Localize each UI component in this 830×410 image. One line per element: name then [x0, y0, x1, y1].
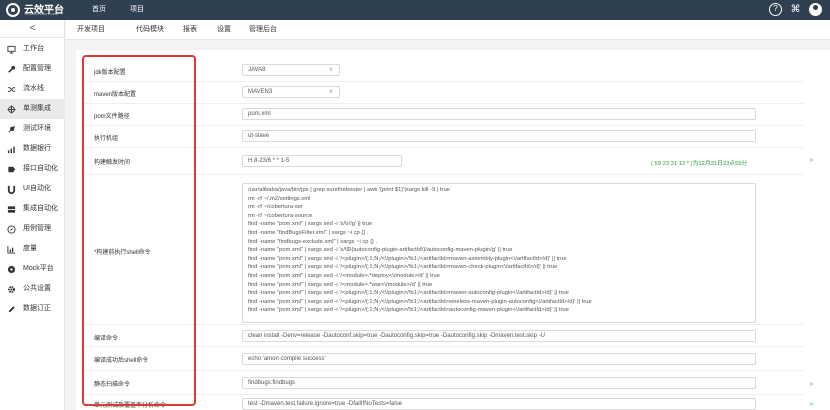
jdk-version-select[interactable]: JAVA8 ∨ [242, 64, 340, 76]
top-nav-home[interactable]: 首页 [92, 0, 106, 20]
pre-shell-textarea[interactable]: /usr/alibaba/java/bin/jps | grep surefir… [242, 183, 756, 323]
remove-icon[interactable]: ✕ [809, 381, 814, 388]
u-icon [7, 185, 16, 194]
subnav-code-module[interactable]: 代码模块 [136, 20, 164, 40]
desktop-icon [7, 45, 16, 54]
shell-line: find -name "pom.xml" | xargs sed -i '/<m… [248, 281, 433, 288]
subnav-settings[interactable]: 设置 [217, 20, 231, 40]
top-nav: 首页 项目 [92, 0, 168, 20]
maven-version-value: MAVEN3 [248, 89, 273, 95]
unit-test-command-input[interactable]: test -Dmaven.test.failure.ignore=true -D… [242, 398, 756, 410]
main-content: jdk版本配置 JAVA8 ∨ maven版本配置 MAVEN3 ∨ pom文件… [66, 41, 830, 410]
sidebar-item-label: 数据订正 [23, 305, 51, 312]
bars-icon [7, 145, 16, 154]
shell-line: find -name "pom.xml" | xargs sed -i 's/\… [248, 247, 513, 254]
chevron-down-icon: ∨ [328, 67, 333, 73]
shell-line: find -name "pom.xml" | xargs sed -i '/<p… [248, 298, 592, 305]
sidebar-item-metrics[interactable]: 度量 [0, 239, 65, 259]
sidebar-item-label: 测试环境 [23, 125, 51, 132]
sidebar-item-label: 度量 [23, 245, 37, 252]
user-avatar-icon[interactable] [809, 3, 822, 16]
sidebar: < 工作台 配置管理 流水线 单测集成 测试环境 数据银行 接口自动化 UI自动… [0, 20, 65, 410]
sidebar-item-test-env[interactable]: 测试环境 [0, 119, 65, 139]
shell-line: find -name "findBugsFilter.xml" | xargs … [248, 229, 369, 236]
top-navbar: 云效平台 YUNXIAO PLATFORM 首页 项目 ? ⌘ [0, 0, 830, 20]
sidebar-item-pipeline[interactable]: 流水线 [0, 79, 65, 99]
jdk-version-value: JAVA8 [248, 67, 266, 73]
cron-description: ( 59 23 31 12 * )为12月31日23点59分 [651, 161, 748, 167]
sidebar-item-integration-automation[interactable]: 集成自动化 [0, 199, 65, 219]
sidebar-item-public-settings[interactable]: 公共设置 [0, 279, 65, 299]
shell-line: find -name "findbugs-exclude.xml" | xarg… [248, 238, 378, 245]
logo-subtext: YUNXIAO PLATFORM [24, 12, 58, 16]
server-icon [7, 205, 16, 214]
sidebar-item-unit-test[interactable]: 单测集成 [0, 99, 65, 119]
subnav-admin[interactable]: 管理后台 [249, 20, 277, 40]
sidebar-item-label: 接口自动化 [23, 165, 58, 172]
sidebar-item-label: 单测集成 [23, 105, 51, 112]
shell-line: rm -rf ~/cobertura-ser [248, 204, 303, 211]
remove-icon[interactable]: ✕ [809, 157, 814, 164]
sidebar-item-api-automation[interactable]: 接口自动化 [0, 159, 65, 179]
static-scan-input[interactable]: findbugs:findbugs [242, 377, 756, 389]
sidebar-menu: 工作台 配置管理 流水线 单测集成 测试环境 数据银行 接口自动化 UI自动化 [0, 39, 65, 319]
rocket-icon [7, 125, 16, 134]
top-icons: ? ⌘ [769, 3, 822, 16]
shell-line: find -name "pom.xml" | xargs sed -i '/<p… [248, 307, 569, 314]
compile-command-input[interactable]: clean install -Denv=release -Dautoconf.s… [242, 330, 756, 342]
sidebar-item-ui-automation[interactable]: UI自动化 [0, 179, 65, 199]
sidebar-item-workbench[interactable]: 工作台 [0, 39, 65, 59]
shell-line: rm -rf ~/.m2/settings.xml [248, 195, 311, 202]
logo-mark-icon [6, 3, 20, 17]
crosshair-icon [7, 105, 16, 114]
pencil-icon [7, 305, 16, 314]
gear-icon [7, 285, 16, 294]
puzzle-icon [7, 165, 16, 174]
help-icon[interactable]: ? [769, 3, 782, 16]
shell-line: find -name "pom.xml" | xargs sed -i '/<m… [248, 272, 440, 279]
subnav-report[interactable]: 报表 [183, 20, 197, 40]
chart-icon [7, 245, 16, 254]
sidebar-item-label: 用例管理 [23, 225, 51, 232]
executor-group-input[interactable]: ut-slave [242, 130, 756, 142]
app-grid-icon[interactable]: ⌘ [789, 3, 802, 16]
cron-input[interactable]: H 8-23/6 * * 1-5 [242, 155, 402, 167]
compass-icon [7, 225, 16, 234]
sidebar-item-label: 公共设置 [23, 285, 51, 292]
sidebar-item-label: UI自动化 [23, 185, 51, 192]
sidebar-item-label: 工作台 [23, 45, 44, 52]
wrench-icon [7, 65, 16, 74]
sidebar-item-config[interactable]: 配置管理 [0, 59, 65, 79]
shell-line: find -name "pom.xml" | xargs sed -i '/<p… [248, 290, 569, 297]
sidebar-item-label: Mock平台 [23, 265, 54, 272]
top-nav-project[interactable]: 项目 [130, 0, 144, 20]
shell-line: rm -rf ~/cobertura-source [248, 212, 313, 219]
remove-icon[interactable]: ✕ [809, 401, 814, 408]
disc-icon [7, 265, 16, 274]
shell-line: /usr/alibaba/java/bin/jps | grep surefir… [248, 187, 450, 193]
sidebar-item-label: 配置管理 [23, 65, 51, 72]
sidebar-item-mock-platform[interactable]: Mock平台 [0, 259, 65, 279]
red-highlight-annotation [82, 55, 196, 406]
collapse-sidebar-button[interactable]: < [0, 20, 65, 38]
sidebar-item-data-correction[interactable]: 数据订正 [0, 299, 65, 319]
post-compile-shell-input[interactable]: echo 'amon compile success' [242, 353, 756, 365]
sidebar-item-data-bank[interactable]: 数据银行 [0, 139, 65, 159]
sidebar-item-label: 数据银行 [23, 145, 51, 152]
subnav-dev-project[interactable]: 开发项目 [77, 20, 105, 40]
shell-line: find -name "pom.xml" | xargs sed -i 's/\… [248, 221, 373, 228]
sidebar-item-label: 流水线 [23, 85, 44, 92]
sidebar-item-label: 集成自动化 [23, 205, 58, 212]
shell-line: find -name "pom.xml" | xargs sed -i '/<p… [248, 264, 558, 271]
maven-version-select[interactable]: MAVEN3 ∨ [242, 86, 340, 98]
shell-line: find -name "pom.xml" | xargs sed -i '/<p… [248, 255, 567, 262]
chevron-down-icon: ∨ [328, 89, 333, 95]
sub-navigation: 开发项目 代码模块 报表 设置 管理后台 [66, 20, 830, 40]
sidebar-item-case-management[interactable]: 用例管理 [0, 219, 65, 239]
pom-path-input[interactable]: pom.xml [242, 108, 756, 120]
shuffle-icon [7, 85, 16, 94]
